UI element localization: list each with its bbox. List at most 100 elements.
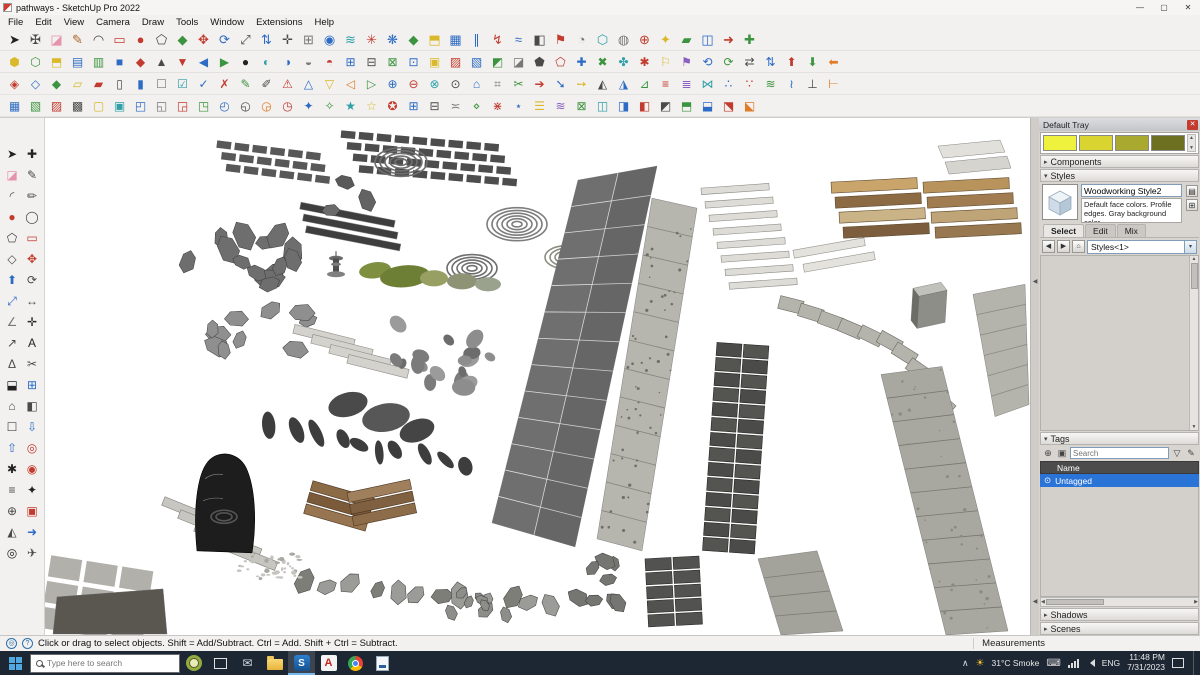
toolbar-icon[interactable]: ⊢ <box>823 74 844 94</box>
toolbar-icon[interactable]: ▦ <box>4 96 25 116</box>
help-icon[interactable]: ? <box>22 638 33 649</box>
measurements-box[interactable] <box>1054 638 1194 650</box>
toolbar-icon[interactable]: ≋ <box>340 30 361 50</box>
toolbar-icon[interactable]: ■ <box>109 52 130 72</box>
toolbar-icon[interactable]: ✚ <box>571 52 592 72</box>
toolbar-icon[interactable]: ▲ <box>151 52 172 72</box>
toolbar-icon[interactable]: ⇩ <box>22 417 42 438</box>
toolbar-icon[interactable]: ▷ <box>361 74 382 94</box>
toolbar-icon[interactable]: ⬔ <box>718 96 739 116</box>
toolbar-icon[interactable]: ∴ <box>718 74 739 94</box>
style-name-input[interactable] <box>1081 184 1182 197</box>
toolbar-icon[interactable]: ⬟ <box>529 52 550 72</box>
toolbar-icon[interactable]: ▩ <box>67 96 88 116</box>
sketchup-taskbar-button[interactable]: S <box>288 651 315 675</box>
styles-list[interactable]: ▲ ▼ <box>1040 255 1199 432</box>
toolbar-icon[interactable]: ∵ <box>739 74 760 94</box>
toolbar-icon[interactable]: ✛ <box>277 30 298 50</box>
toolbar-icon[interactable]: ↗ <box>2 333 22 354</box>
toolbar-icon[interactable]: ▭ <box>109 30 130 50</box>
tag-row-untagged[interactable]: ⊙ Untagged <box>1040 474 1199 488</box>
toolbar-icon[interactable]: ◇ <box>2 249 22 270</box>
toolbar-icon[interactable]: ◭ <box>2 522 22 543</box>
toolbar-icon[interactable]: ▽ <box>319 74 340 94</box>
mail-app-button[interactable]: ✉ <box>234 651 261 675</box>
toolbar-icon[interactable]: ◎ <box>2 543 22 564</box>
toolbar-icon[interactable]: ⊥ <box>802 74 823 94</box>
scroll-thumb[interactable] <box>1190 263 1198 289</box>
minimize-button[interactable]: — <box>1128 0 1152 15</box>
toolbar-icon[interactable]: ✎ <box>235 74 256 94</box>
toolbar-icon[interactable]: ◧ <box>22 396 42 417</box>
toolbar-icon[interactable]: ◑ <box>277 52 298 72</box>
toolbar-icon[interactable]: ⊖ <box>403 74 424 94</box>
toolbar-icon[interactable]: ◲ <box>172 96 193 116</box>
toolbar-icon[interactable]: ⤢ <box>235 30 256 50</box>
toolbar-icon[interactable]: ✎ <box>67 30 88 50</box>
model-canvas[interactable] <box>45 118 1030 635</box>
toolbar-icon[interactable]: ◐ <box>256 52 277 72</box>
language-indicator[interactable]: ENG <box>1102 658 1120 668</box>
network-icon[interactable] <box>1067 658 1079 668</box>
section-tags[interactable]: ▾ Tags <box>1040 432 1199 446</box>
toolbar-icon[interactable]: ⚑ <box>676 52 697 72</box>
toolbar-icon[interactable]: ⬒ <box>424 30 445 50</box>
toolbar-icon[interactable]: ⇧ <box>2 438 22 459</box>
styles-collection-dropdown[interactable]: Styles<1> ▾ <box>1087 239 1197 254</box>
toolbar-icon[interactable]: ✤ <box>613 52 634 72</box>
back-button[interactable]: ◀ <box>1042 240 1055 253</box>
scroll-left-icon[interactable]: ◀ <box>1033 278 1038 285</box>
toolbar-icon[interactable]: ⬠ <box>151 30 172 50</box>
toolbar-icon[interactable]: ∥ <box>466 30 487 50</box>
toolbar-icon[interactable]: ▢ <box>88 96 109 116</box>
taskbar-search[interactable] <box>30 653 180 673</box>
tags-list-empty[interactable] <box>1040 487 1199 597</box>
color-swatch[interactable] <box>1079 135 1113 151</box>
toolbar-icon[interactable]: ◉ <box>22 459 42 480</box>
toolbar-icon[interactable]: ✦ <box>298 96 319 116</box>
toolbar-icon[interactable]: ★ <box>340 96 361 116</box>
toolbar-icon[interactable]: ◰ <box>130 96 151 116</box>
toolbar-icon[interactable]: ▨ <box>445 52 466 72</box>
chevron-down-icon[interactable]: ▾ <box>1184 240 1196 253</box>
toolbar-icon[interactable]: ⬒ <box>46 52 67 72</box>
toolbar-icon[interactable]: ⟳ <box>718 52 739 72</box>
toolbar-icon[interactable]: ⊕ <box>382 74 403 94</box>
start-button[interactable] <box>0 651 30 675</box>
add-tag-button[interactable]: ⊕ <box>1042 448 1054 459</box>
toolbar-icon[interactable]: ◆ <box>172 30 193 50</box>
toolbar-icon[interactable]: ↯ <box>487 30 508 50</box>
autocad-app-button[interactable]: A <box>315 651 342 675</box>
toolbar-icon[interactable]: △ <box>298 74 319 94</box>
add-tag-folder-button[interactable]: ▣ <box>1056 448 1068 459</box>
toolbar-icon[interactable]: ⟳ <box>22 270 42 291</box>
toolbar-icon[interactable]: ◩ <box>655 96 676 116</box>
toolbar-icon[interactable]: ⬠ <box>2 228 22 249</box>
toolbar-icon[interactable]: ⋆ <box>508 96 529 116</box>
menu-help[interactable]: Help <box>309 17 341 28</box>
toolbar-icon[interactable]: Δ <box>2 354 22 375</box>
toolbar-icon[interactable]: ✪ <box>382 96 403 116</box>
toolbar-icon[interactable]: ✓ <box>193 74 214 94</box>
color-swatch[interactable] <box>1043 135 1077 151</box>
toolbar-icon[interactable]: ⬓ <box>2 375 22 396</box>
toolbar-icon[interactable]: ◠ <box>88 30 109 50</box>
scroll-down-icon[interactable]: ▼ <box>1190 424 1198 430</box>
toolbar-icon[interactable]: ⌂ <box>2 396 22 417</box>
taskbar-search-input[interactable] <box>47 658 157 668</box>
toolbar-icon[interactable]: ☐ <box>2 417 22 438</box>
toolbar-icon[interactable]: ▧ <box>466 52 487 72</box>
toolbar-icon[interactable]: ◍ <box>613 30 634 50</box>
toolbar-icon[interactable]: ≡ <box>2 480 22 501</box>
toolbar-icon[interactable]: ⊙ <box>445 74 466 94</box>
toolbar-icon[interactable]: ◴ <box>214 96 235 116</box>
toolbar-icon[interactable]: ✖ <box>592 52 613 72</box>
toolbar-icon[interactable]: ▼ <box>172 52 193 72</box>
toolbar-icon[interactable]: ≣ <box>676 74 697 94</box>
home-icon[interactable]: ⌂ <box>1072 240 1085 253</box>
toolbar-icon[interactable]: ⬢ <box>4 52 25 72</box>
toolbar-icon[interactable]: ⬆ <box>2 270 22 291</box>
forward-button[interactable]: ▶ <box>1057 240 1070 253</box>
chrome-app-button[interactable] <box>342 651 369 675</box>
color-swatch[interactable] <box>1151 135 1185 151</box>
